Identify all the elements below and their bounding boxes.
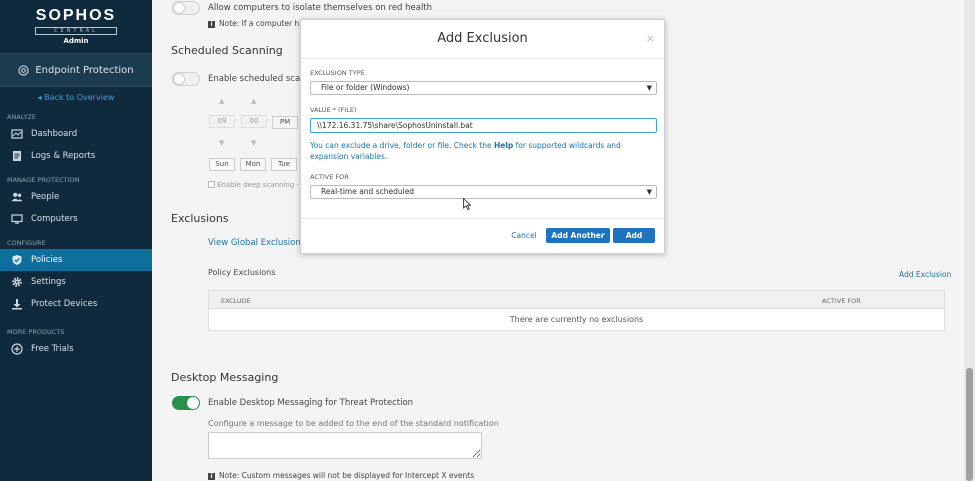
sidebar-item-people[interactable]: People [0, 186, 152, 208]
sidebar: SOPHOS CENTRAL Admin Endpoint Protection… [0, 0, 152, 481]
exclusion-type-value: File or folder (Windows) [321, 83, 410, 92]
product-label: Endpoint Protection [35, 64, 134, 76]
hour-up-caret-icon[interactable]: ▲ [219, 97, 224, 105]
section-analyze: ANALYZE [7, 113, 37, 121]
download-icon [12, 299, 22, 310]
desktop-messaging-label: Enable Desktop Messaging for Threat Prot… [208, 398, 414, 408]
deep-scan-checkbox[interactable] [208, 181, 215, 188]
back-to-overview-link[interactable]: ◂ Back to Overview [0, 93, 152, 107]
shield-icon [12, 255, 22, 265]
exclusions-heading: Exclusions [171, 212, 229, 225]
exclusion-help-text: You can exclude a drive, folder or file.… [310, 141, 621, 161]
scrollbar-thumb[interactable] [966, 368, 973, 481]
sidebar-label: Policies [31, 255, 63, 265]
sidebar-label: Computers [31, 214, 78, 224]
column-header-active-for[interactable]: ACTIVE FOR [822, 297, 861, 305]
exclusions-table: EXCLUDE ACTIVE FOR There are currently n… [208, 290, 945, 331]
active-for-label: ACTIVE FOR [310, 173, 349, 181]
ampm-button[interactable]: PM [272, 116, 298, 129]
sidebar-label: Free Trials [31, 344, 74, 354]
isolate-note: i Note: If a computer h [208, 19, 299, 28]
chevron-down-icon: ▼ [646, 188, 652, 196]
add-exclusion-link[interactable]: Add Exclusion [899, 270, 951, 279]
scheduled-scanning-heading: Scheduled Scanning [171, 44, 283, 57]
logo-central: CENTRAL [35, 27, 117, 35]
desktop-messaging-note: i Note: Custom messages will not be displ… [208, 471, 474, 480]
product-switcher[interactable]: Endpoint Protection [0, 53, 152, 87]
dialog-title: Add Exclusion × [301, 20, 664, 59]
desktop-messaging-toggle[interactable] [172, 396, 200, 410]
logo-brand: SOPHOS [35, 7, 117, 24]
global-exclusions-link[interactable]: View Global Exclusions [208, 238, 305, 248]
sidebar-label: People [31, 192, 60, 202]
sidebar-label: Dashboard [31, 129, 78, 139]
info-icon: i [208, 21, 215, 28]
mouse-cursor-icon [463, 198, 471, 210]
isolate-label: Allow computers to isolate themselves on… [208, 3, 433, 13]
role-label: Admin [63, 37, 89, 45]
add-exclusion-dialog: Add Exclusion × EXCLUSION TYPE File or f… [300, 19, 665, 254]
info-icon: i [208, 473, 215, 480]
sidebar-item-free-trials[interactable]: Free Trials [0, 338, 152, 360]
sidebar-label: Settings [31, 277, 66, 287]
active-for-value: Real-time and scheduled [321, 187, 415, 196]
table-empty-message: There are currently no exclusions [509, 315, 644, 324]
back-label: Back to Overview [44, 93, 115, 102]
desktop-messaging-heading: Desktop Messaging [171, 371, 279, 384]
help-link[interactable]: Help [494, 141, 513, 150]
exclusion-value-input[interactable] [310, 118, 657, 133]
active-for-select[interactable]: Real-time and scheduled ▼ [310, 185, 657, 199]
custom-message-textarea[interactable] [208, 432, 482, 459]
gear-icon [12, 277, 22, 287]
minute-up-caret-icon[interactable]: ▲ [251, 97, 256, 105]
sidebar-label: Protect Devices [31, 299, 98, 309]
table-header: EXCLUDE ACTIVE FOR [209, 291, 944, 309]
plus-circle-icon [11, 343, 23, 355]
people-icon [11, 192, 23, 202]
sidebar-item-settings[interactable]: Settings [0, 271, 152, 293]
scheduled-scan-label: Enable scheduled scan [208, 74, 306, 84]
minute-down-caret-icon[interactable]: ▼ [251, 139, 256, 147]
sidebar-item-dashboard[interactable]: Dashboard [0, 123, 152, 145]
dashboard-icon [11, 129, 23, 139]
value-label: VALUE * (FILE) [310, 106, 357, 114]
day-button-mon[interactable]: Mon [240, 158, 266, 171]
computer-icon [11, 214, 23, 224]
column-header-exclude[interactable]: EXCLUDE [221, 297, 251, 305]
cancel-button[interactable]: Cancel [507, 228, 541, 243]
hour-down-caret-icon[interactable]: ▼ [219, 139, 224, 147]
endpoint-icon [18, 64, 29, 76]
deep-scan-label: Enable deep scanning - s [217, 181, 305, 189]
day-button-tue[interactable]: Tue [271, 158, 297, 171]
sidebar-item-logs[interactable]: Logs & Reports [0, 145, 152, 167]
policy-exclusions-label: Policy Exclusions [208, 268, 276, 277]
sidebar-item-policies[interactable]: Policies [0, 249, 152, 271]
add-button[interactable]: Add [613, 228, 655, 243]
hour-input[interactable]: 09 [209, 115, 235, 128]
chevron-down-icon: ▼ [646, 84, 652, 92]
close-icon[interactable]: × [646, 20, 655, 58]
dialog-title-text: Add Exclusion [437, 31, 528, 46]
minute-input[interactable]: 00 [241, 115, 267, 128]
section-configure: CONFIGURE [7, 239, 46, 247]
sidebar-item-computers[interactable]: Computers [0, 208, 152, 230]
isolate-toggle[interactable] [172, 1, 200, 15]
document-icon [13, 151, 21, 161]
sidebar-label: Logs & Reports [31, 151, 96, 161]
day-button-sun[interactable]: Sun [209, 158, 235, 171]
section-manage: MANAGE PROTECTION [7, 176, 80, 184]
dialog-footer: Cancel Add Another Add [301, 218, 664, 254]
section-more-products: MORE PRODUCTS [7, 328, 65, 336]
scheduled-scan-toggle[interactable] [172, 72, 200, 86]
desktop-messaging-hint: Configure a message to be added to the e… [208, 419, 499, 428]
page-scrollbar[interactable] [964, 0, 975, 481]
exclusion-type-label: EXCLUSION TYPE [310, 69, 365, 77]
sidebar-item-protect-devices[interactable]: Protect Devices [0, 293, 152, 315]
sophos-logo[interactable]: SOPHOS CENTRAL Admin [0, 0, 152, 52]
exclusion-type-select[interactable]: File or folder (Windows) ▼ [310, 81, 657, 95]
add-another-button[interactable]: Add Another [546, 228, 610, 243]
